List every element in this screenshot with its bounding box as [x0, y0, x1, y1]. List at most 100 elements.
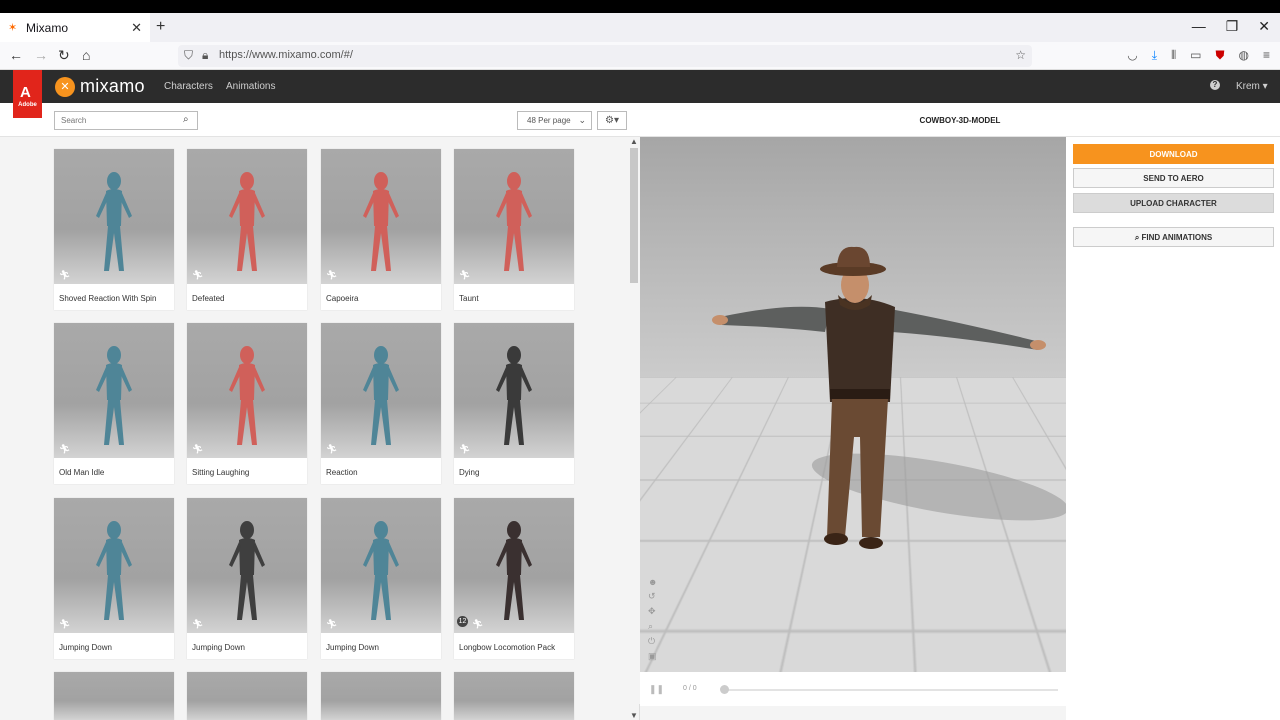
zoom-icon[interactable]: ⌕ — [648, 621, 657, 632]
top-border — [0, 0, 1280, 13]
animation-thumbnail: 🏃︎ — [187, 323, 307, 458]
address-bar[interactable]: ⛉ 🔒︎ https://www.mixamo.com/#/ ☆ — [178, 45, 1032, 67]
nav-characters[interactable]: Characters — [164, 81, 213, 92]
nav-animations[interactable]: Animations — [226, 81, 275, 92]
pause-icon[interactable]: ❚❚ — [649, 684, 664, 695]
figure-icon — [94, 345, 134, 450]
animation-card[interactable]: 🏃︎ Taunt — [454, 149, 574, 310]
scroll-up-icon[interactable]: ▲ — [630, 137, 638, 146]
animation-thumbnail: 🏃︎ — [54, 323, 174, 458]
running-man-icon: 🏃︎ — [472, 619, 483, 630]
search-input[interactable] — [54, 111, 198, 130]
animation-card[interactable]: 🏃︎ Jumping Down — [54, 498, 174, 659]
animation-label: Sitting Laughing — [192, 468, 249, 477]
animation-thumbnail — [321, 672, 441, 720]
browser-tab[interactable]: ✶ Mixamo ✕ — [0, 13, 150, 42]
skeleton-icon[interactable]: ☻ — [648, 577, 657, 587]
running-man-icon: 🏃︎ — [192, 444, 203, 455]
figure-icon — [361, 345, 401, 450]
animation-browser: ⌕ 48 Per page ⌄ ⚙▾ 🏃︎ Shoved Reaction Wit… — [0, 103, 640, 720]
pack-count-badge: 12 — [457, 616, 468, 627]
upload-character-button[interactable]: UPLOAD CHARACTER — [1073, 193, 1274, 213]
minimize-icon[interactable]: — — [1192, 18, 1206, 35]
animation-card[interactable]: 🏃︎ Shoved Reaction With Spin — [54, 149, 174, 310]
animation-thumbnail: 🏃︎ — [187, 498, 307, 633]
per-page-select[interactable]: 48 Per page ⌄ — [517, 111, 592, 130]
animation-card-partial[interactable] — [187, 672, 307, 720]
animation-card-partial[interactable] — [54, 672, 174, 720]
viewport-tools: ☻ ↺ ✥ ⌕ ⏻ ▣ — [648, 577, 657, 662]
extension-icon[interactable]: ⛊ — [1215, 48, 1224, 63]
running-man-icon: 🏃︎ — [192, 270, 203, 281]
running-man-icon: 🏃︎ — [59, 270, 70, 281]
scrollbar[interactable]: ▲ ▼ — [628, 137, 640, 704]
camera-icon[interactable]: ▣ — [648, 651, 657, 662]
search-icon[interactable]: ⌕ — [183, 114, 189, 125]
help-icon[interactable]: ? — [1210, 80, 1220, 90]
animation-card[interactable]: 🏃︎ Sitting Laughing — [187, 323, 307, 484]
chevron-down-icon: ⌄ — [578, 115, 586, 126]
animation-label: Jumping Down — [59, 643, 112, 652]
logo-text: mixamo — [80, 76, 145, 97]
scroll-down-icon[interactable]: ▼ — [630, 711, 638, 720]
home-icon[interactable]: ⌂ — [82, 47, 90, 63]
animation-card[interactable]: 🏃︎ Old Man Idle — [54, 323, 174, 484]
reset-icon[interactable]: ⏻ — [648, 636, 657, 647]
send-to-aero-button[interactable]: SEND TO AERO — [1073, 168, 1274, 188]
lock-icon[interactable]: 🔒︎ — [202, 48, 208, 63]
close-window-icon[interactable]: ✕ — [1258, 18, 1270, 35]
animation-card-partial[interactable] — [454, 672, 574, 720]
animation-card[interactable]: 🏃︎ Jumping Down — [187, 498, 307, 659]
animation-thumbnail: 🏃︎ — [321, 149, 441, 284]
tab-close-icon[interactable]: ✕ — [131, 20, 142, 36]
animation-thumbnail: 🏃︎ — [54, 149, 174, 284]
mixamo-logo[interactable]: ✕ mixamo — [55, 76, 145, 97]
figure-icon — [227, 520, 267, 625]
running-man-icon: 🏃︎ — [59, 444, 70, 455]
new-tab-button[interactable]: + — [156, 18, 165, 36]
pocket-icon[interactable]: ◡ — [1127, 48, 1137, 63]
shield-icon[interactable]: ⛉ — [184, 48, 193, 63]
animation-label: Jumping Down — [192, 643, 245, 652]
animation-card[interactable]: 🏃︎ Defeated — [187, 149, 307, 310]
sidebar-icon[interactable]: ▭ — [1190, 48, 1201, 63]
timeline-knob[interactable] — [720, 685, 729, 694]
action-panel: DOWNLOAD SEND TO AERO UPLOAD CHARACTER ⌕… — [1066, 137, 1280, 720]
scroll-thumb[interactable] — [630, 148, 638, 283]
browser-tools: ◡ ⤓ ⫴ ▭ ⛊ ◍ ≡ — [1127, 48, 1270, 63]
running-man-icon: 🏃︎ — [326, 444, 337, 455]
figure-icon — [361, 520, 401, 625]
back-icon[interactable]: ← — [9, 47, 23, 63]
reload-icon[interactable]: ↻ — [58, 47, 70, 64]
user-menu[interactable]: Krem ▾ — [1236, 81, 1268, 92]
cowboy-character — [640, 137, 1066, 672]
pan-icon[interactable]: ✥ — [648, 606, 657, 617]
settings-button[interactable]: ⚙▾ — [597, 111, 627, 130]
animation-card[interactable]: 12 🏃︎ Longbow Locomotion Pack — [454, 498, 574, 659]
timeline-track[interactable] — [724, 689, 1058, 691]
3d-viewport[interactable]: ☻ ↺ ✥ ⌕ ⏻ ▣ — [640, 137, 1066, 672]
library-icon[interactable]: ⫴ — [1171, 48, 1176, 63]
globe-icon[interactable]: ◍ — [1239, 48, 1249, 63]
bookmark-star-icon[interactable]: ☆ — [1015, 48, 1026, 62]
animation-thumbnail: 🏃︎ — [321, 498, 441, 633]
viewer-header: COWBOY-3D-MODEL — [640, 103, 1280, 137]
animation-card[interactable]: 🏃︎ Reaction — [321, 323, 441, 484]
animation-card[interactable]: 🏃︎ Jumping Down — [321, 498, 441, 659]
find-animations-button[interactable]: ⌕ FIND ANIMATIONS — [1073, 227, 1274, 247]
animation-label: Shoved Reaction With Spin — [59, 294, 156, 303]
search-toolbar: ⌕ 48 Per page ⌄ ⚙▾ — [0, 103, 640, 137]
animation-card[interactable]: 🏃︎ Dying — [454, 323, 574, 484]
animation-card[interactable]: 🏃︎ Capoeira — [321, 149, 441, 310]
menu-icon[interactable]: ≡ — [1263, 48, 1270, 63]
running-man-icon: 🏃︎ — [326, 619, 337, 630]
restore-icon[interactable]: ❐ — [1226, 18, 1239, 35]
adobe-logo[interactable]: A Adobe — [13, 70, 42, 118]
animation-label: Reaction — [326, 468, 358, 477]
figure-icon — [494, 171, 534, 276]
download-button[interactable]: DOWNLOAD — [1073, 144, 1274, 164]
rotate-icon[interactable]: ↺ — [648, 591, 657, 602]
forward-icon[interactable]: → — [34, 47, 48, 63]
animation-card-partial[interactable] — [321, 672, 441, 720]
download-icon[interactable]: ⤓ — [1152, 48, 1157, 63]
